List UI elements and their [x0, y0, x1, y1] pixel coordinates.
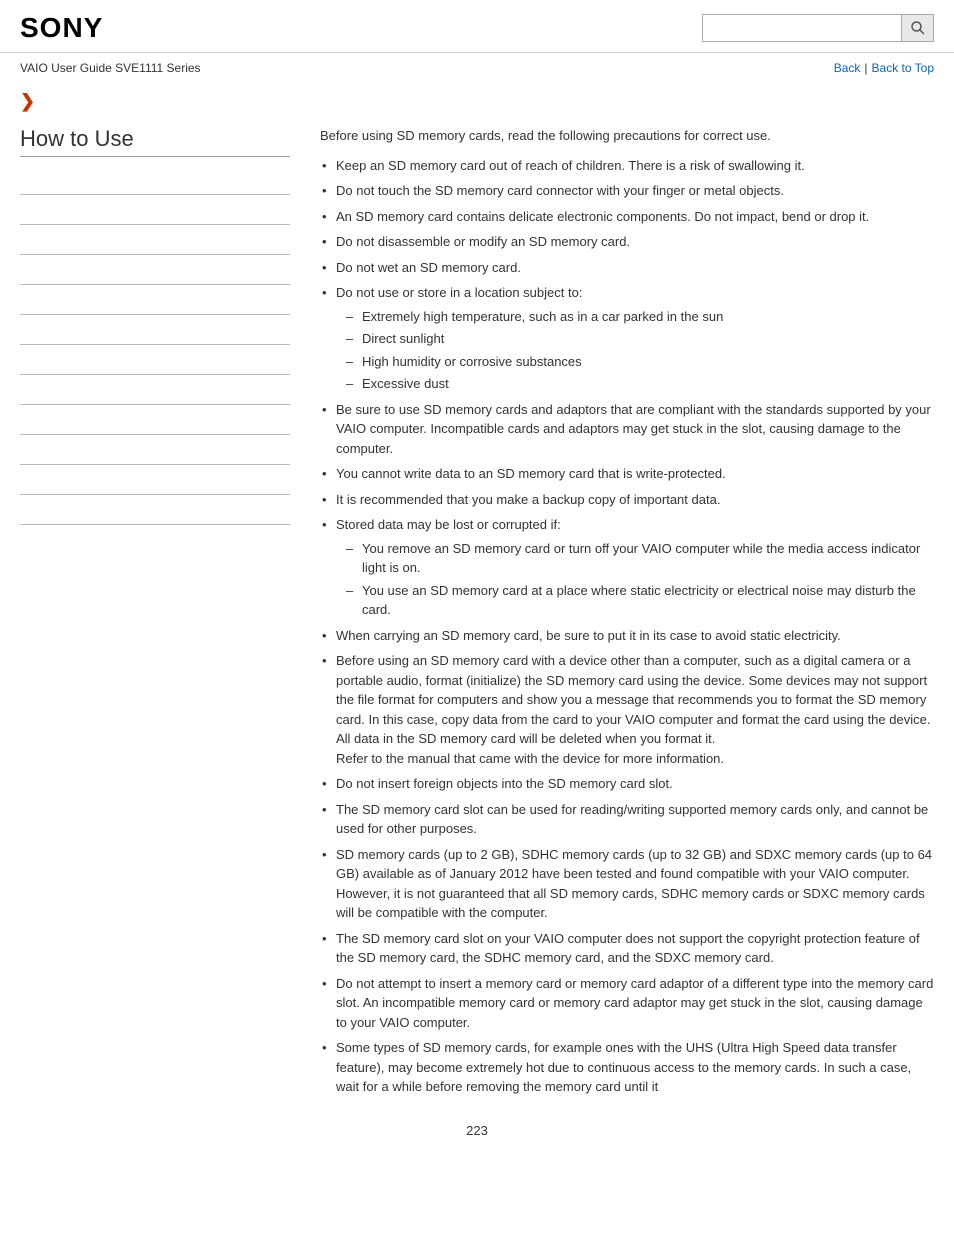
content-list-item-6: Do not use or store in a location subjec…	[320, 283, 934, 394]
sidebar-item-6[interactable]	[20, 315, 290, 345]
sub-list-6: Extremely high temperature, such as in a…	[346, 307, 934, 394]
sub-list-item-6-3: High humidity or corrosive substances	[346, 352, 934, 372]
nav-separator: |	[864, 61, 867, 75]
sidebar-title: How to Use	[20, 126, 290, 157]
sony-logo: SONY	[20, 12, 103, 44]
content-list-item-10: Stored data may be lost or corrupted if:…	[320, 515, 934, 620]
sub-list-10: You remove an SD memory card or turn off…	[346, 539, 934, 620]
guide-title: VAIO User Guide SVE1111 Series	[20, 61, 201, 75]
content-intro: Before using SD memory cards, read the f…	[320, 126, 934, 146]
sidebar-item-2[interactable]	[20, 195, 290, 225]
content-list-item-9: It is recommended that you make a backup…	[320, 490, 934, 510]
content-list-item-15: SD memory cards (up to 2 GB), SDHC memor…	[320, 845, 934, 923]
content-list: Keep an SD memory card out of reach of c…	[320, 156, 934, 1097]
search-area	[702, 14, 934, 42]
sidebar-item-3[interactable]	[20, 225, 290, 255]
sidebar-item-9[interactable]	[20, 405, 290, 435]
main-content: How to Use Before using SD memory cards,…	[0, 116, 954, 1103]
content-list-item-14: The SD memory card slot can be used for …	[320, 800, 934, 839]
content-list-item-5: Do not wet an SD memory card.	[320, 258, 934, 278]
sub-header: VAIO User Guide SVE1111 Series Back | Ba…	[0, 53, 954, 83]
content-list-item-4: Do not disassemble or modify an SD memor…	[320, 232, 934, 252]
content-list-item-1: Keep an SD memory card out of reach of c…	[320, 156, 934, 176]
sidebar-item-12[interactable]	[20, 495, 290, 525]
back-link[interactable]: Back	[834, 61, 861, 75]
content-list-item-7: Be sure to use SD memory cards and adapt…	[320, 400, 934, 459]
content-list-item-3: An SD memory card contains delicate elec…	[320, 207, 934, 227]
content-area: Before using SD memory cards, read the f…	[310, 116, 934, 1103]
search-input[interactable]	[702, 14, 902, 42]
sub-list-item-10-2: You use an SD memory card at a place whe…	[346, 581, 934, 620]
content-list-item-13: Do not insert foreign objects into the S…	[320, 774, 934, 794]
header: SONY	[0, 0, 954, 53]
search-button[interactable]	[902, 14, 934, 42]
content-list-item-2: Do not touch the SD memory card connecto…	[320, 181, 934, 201]
sub-list-item-6-2: Direct sunlight	[346, 329, 934, 349]
sidebar-item-10[interactable]	[20, 435, 290, 465]
content-list-item-18: Some types of SD memory cards, for examp…	[320, 1038, 934, 1097]
sidebar-item-1[interactable]	[20, 165, 290, 195]
page-number: 223	[466, 1123, 488, 1138]
sub-list-item-6-1: Extremely high temperature, such as in a…	[346, 307, 934, 327]
page-footer: 223	[0, 1103, 954, 1158]
breadcrumb-arrow: ❯	[0, 83, 954, 116]
content-list-item-12: Before using an SD memory card with a de…	[320, 651, 934, 768]
sub-list-item-6-4: Excessive dust	[346, 374, 934, 394]
sub-list-item-10-1: You remove an SD memory card or turn off…	[346, 539, 934, 578]
content-list-item-8: You cannot write data to an SD memory ca…	[320, 464, 934, 484]
sidebar-item-4[interactable]	[20, 255, 290, 285]
sidebar-item-11[interactable]	[20, 465, 290, 495]
back-to-top-link[interactable]: Back to Top	[872, 61, 934, 75]
content-list-item-16: The SD memory card slot on your VAIO com…	[320, 929, 934, 968]
nav-links: Back | Back to Top	[834, 61, 934, 75]
sidebar-item-5[interactable]	[20, 285, 290, 315]
search-icon	[910, 20, 926, 36]
sidebar: How to Use	[20, 116, 310, 1103]
sidebar-item-7[interactable]	[20, 345, 290, 375]
sidebar-item-8[interactable]	[20, 375, 290, 405]
content-list-item-17: Do not attempt to insert a memory card o…	[320, 974, 934, 1033]
content-list-item-11: When carrying an SD memory card, be sure…	[320, 626, 934, 646]
